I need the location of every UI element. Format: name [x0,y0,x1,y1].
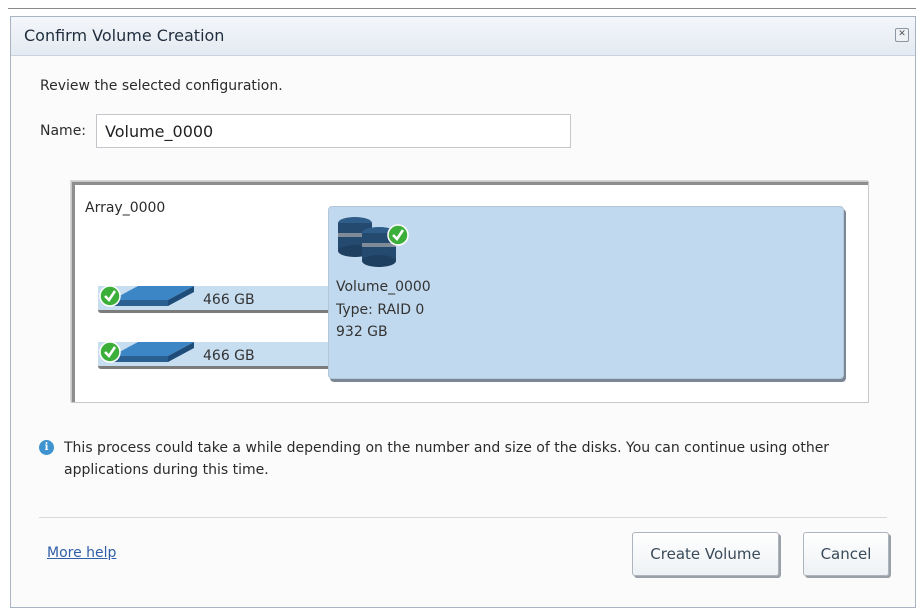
window-top-border [8,8,916,9]
disk-ok-icon [99,341,194,363]
volume-type: Type: RAID 0 [336,302,425,318]
dialog-title: Confirm Volume Creation [24,26,225,45]
disk-row: 466 GB [98,341,334,373]
volume-box: Volume_0000 Type: RAID 0 932 GB [328,206,844,379]
divider [39,517,887,518]
array-name: Array_0000 [85,200,166,216]
more-help-link[interactable]: More help [47,545,116,561]
volume-name: Volume_0000 [336,279,431,295]
info-icon: i [39,440,54,455]
confirm-volume-dialog: Confirm Volume Creation ✕ Review the sel… [10,16,916,608]
create-volume-button[interactable]: Create Volume [632,532,779,576]
array-panel: Array_0000 466 GB 466 GB Volume_0000 Typ… [71,181,869,403]
disk-size: 466 GB [203,348,255,364]
disk-size: 466 GB [203,292,255,308]
volume-name-input[interactable] [96,114,571,148]
review-text: Review the selected configuration. [40,78,283,94]
name-label: Name: [40,123,87,139]
close-icon[interactable]: ✕ [895,28,909,42]
cancel-button[interactable]: Cancel [803,532,889,576]
disk-ok-icon [99,285,194,307]
info-text: This process could take a while dependin… [64,440,830,478]
disk-row: 466 GB [98,285,334,317]
volume-ok-icon [338,217,409,267]
dialog-titlebar: Confirm Volume Creation ✕ [11,17,915,56]
volume-size: 932 GB [336,324,388,340]
